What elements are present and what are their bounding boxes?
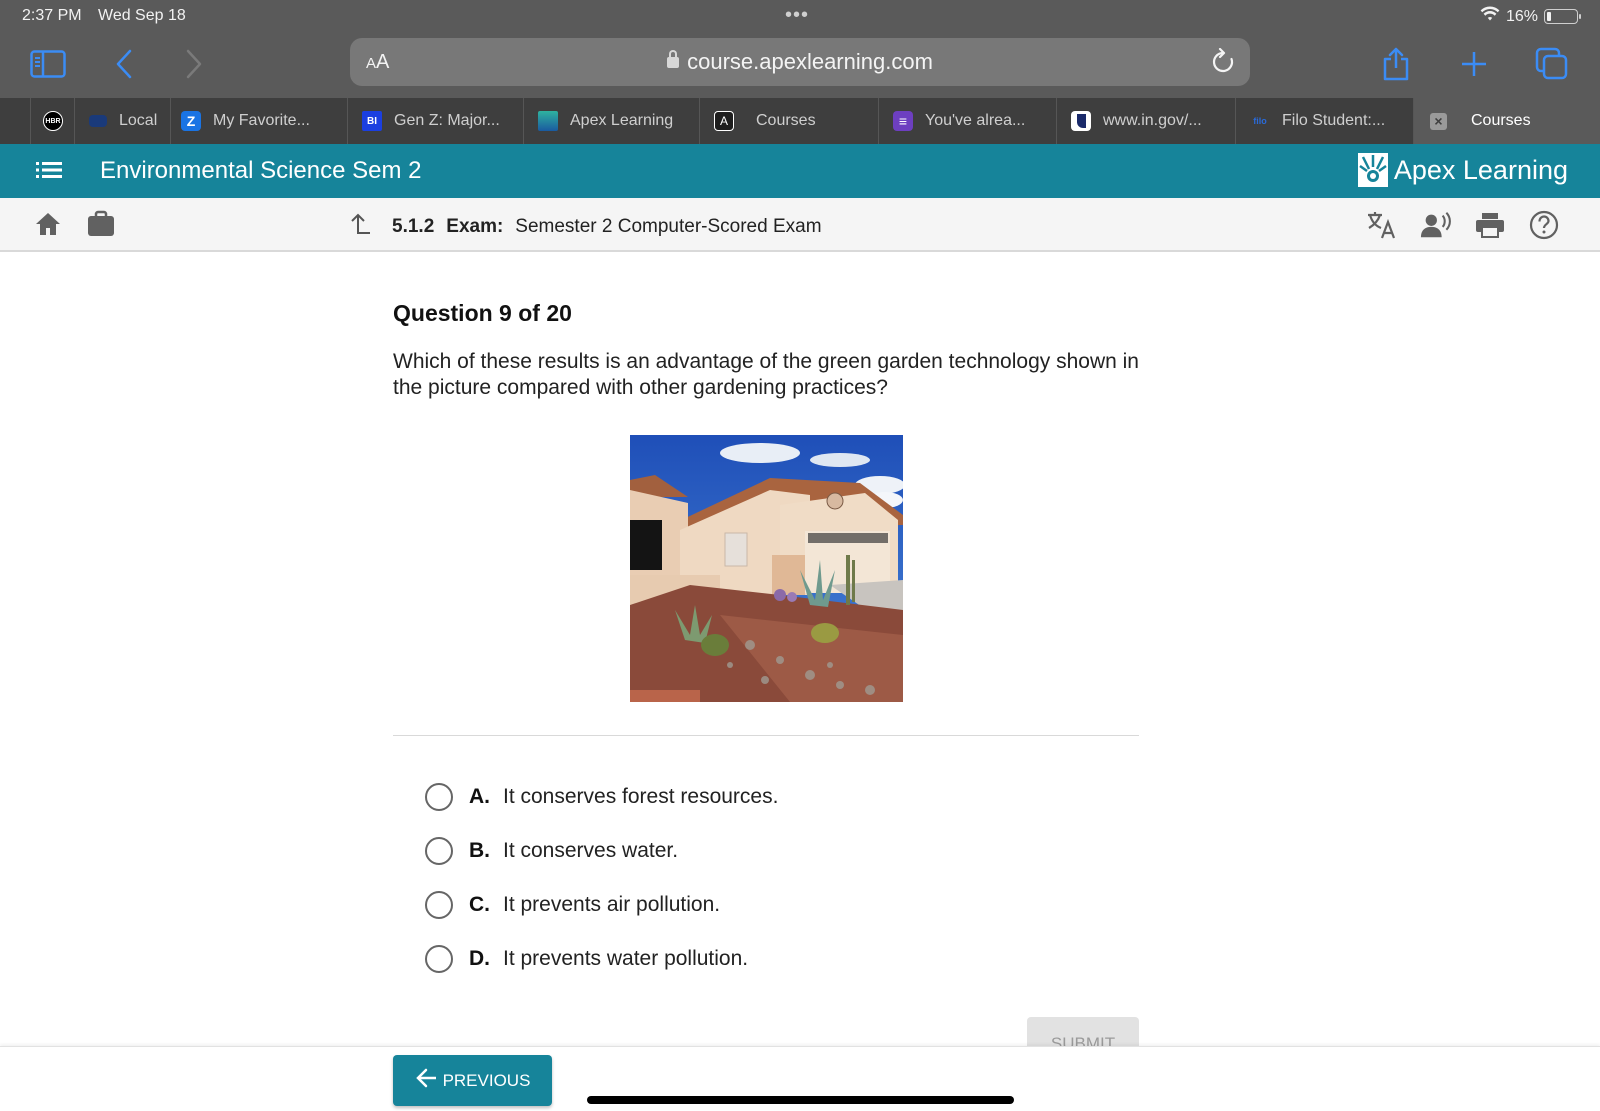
course-header: Environmental Science Sem 2 Apex Learnin… <box>0 144 1600 198</box>
tab-label: www.in.gov/... <box>1103 112 1202 129</box>
footer-nav: PREVIOUS <box>0 1046 1600 1111</box>
tab-label: You've alrea... <box>925 112 1026 129</box>
option-letter: C. <box>469 893 490 916</box>
option-letter: D. <box>469 947 490 970</box>
help-icon[interactable] <box>1528 209 1560 241</box>
tab-favicon <box>538 111 558 131</box>
tab-favicon: BI <box>362 111 382 131</box>
activity-breadcrumb: 5.1.2 Exam: Semester 2 Computer-Scored E… <box>348 212 822 242</box>
tab-favicon: A <box>714 111 734 131</box>
answer-options: A. It conserves forest resources. B. It … <box>425 770 778 986</box>
status-time: 2:37 PM <box>22 7 82 24</box>
radio-a[interactable] <box>425 783 453 811</box>
previous-label: PREVIOUS <box>442 1070 531 1090</box>
address-bar[interactable]: AA course.apexlearning.com <box>350 38 1250 86</box>
url-text: course.apexlearning.com <box>687 49 933 74</box>
briefcase-icon[interactable] <box>86 210 116 243</box>
translate-icon[interactable] <box>1366 209 1398 241</box>
multitask-dots-icon[interactable]: ••• <box>785 4 809 27</box>
tab-label: Courses <box>1471 112 1531 129</box>
tab-apex-learning[interactable]: Apex Learning <box>523 98 699 144</box>
tab-google-form[interactable]: ≡ You've alrea... <box>878 98 1056 144</box>
question-text: Which of these results is an advantage o… <box>393 350 1139 399</box>
activity-type: Exam: <box>446 216 504 237</box>
activity-title: Semester 2 Computer-Scored Exam <box>515 216 822 237</box>
url-field[interactable]: course.apexlearning.com <box>350 49 1250 75</box>
forward-icon[interactable] <box>174 44 214 84</box>
option-a[interactable]: A. It conserves forest resources. <box>425 770 778 824</box>
tab-filo[interactable]: filo Filo Student:... <box>1235 98 1413 144</box>
battery-percent: 16% <box>1505 7 1538 25</box>
radio-c[interactable] <box>425 891 453 919</box>
option-b[interactable]: B. It conserves water. <box>425 824 778 878</box>
option-letter: A. <box>469 785 490 808</box>
tab-label: Courses <box>756 112 816 129</box>
question-number: Question 9 of 20 <box>393 300 572 326</box>
status-indicators: 16% <box>1480 6 1581 27</box>
browser-toolbar: AA course.apexlearning.com <box>0 32 1600 98</box>
arrow-left-icon <box>415 1068 437 1093</box>
tab-label: My Favorite... <box>213 112 310 129</box>
tab-courses[interactable]: A Courses <box>699 98 878 144</box>
tab-favicon <box>1071 111 1091 131</box>
tab-gen-z[interactable]: BI Gen Z: Major... <box>347 98 523 144</box>
option-text: It conserves water. <box>503 839 679 862</box>
tab-strip: HBR Local Z My Favorite... BI Gen Z: Maj… <box>0 98 1600 144</box>
tabs-overview-icon[interactable] <box>1532 44 1572 84</box>
option-text: It conserves forest resources. <box>503 785 779 808</box>
option-letter: B. <box>469 839 490 862</box>
apex-logo: Apex Learning <box>1357 153 1568 187</box>
tab-courses-active[interactable]: × Courses <box>1413 98 1600 144</box>
tab-my-favorite[interactable]: Z My Favorite... <box>170 98 347 144</box>
wifi-icon <box>1480 6 1500 27</box>
previous-button[interactable]: PREVIOUS <box>393 1055 552 1106</box>
tab-favicon: Z <box>181 111 201 131</box>
option-d[interactable]: D. It prevents water pollution. <box>425 932 778 986</box>
tab-in-gov[interactable]: www.in.gov/... <box>1056 98 1235 144</box>
back-icon[interactable] <box>104 44 144 84</box>
option-text: It prevents air pollution. <box>503 893 721 916</box>
option-text: It prevents water pollution. <box>503 947 749 970</box>
home-icon[interactable] <box>34 210 62 243</box>
up-level-icon[interactable] <box>348 212 372 242</box>
radio-b[interactable] <box>425 837 453 865</box>
close-tab-icon[interactable]: × <box>1430 112 1447 130</box>
tab-local[interactable]: Local <box>74 98 170 144</box>
read-aloud-icon[interactable] <box>1420 209 1452 241</box>
battery-icon <box>1544 9 1581 24</box>
status-bar: 2:37 PM Wed Sep 18 ••• 16% <box>0 0 1600 32</box>
tab-label: Gen Z: Major... <box>394 112 500 129</box>
reload-icon[interactable] <box>1210 47 1236 81</box>
tab-favicon <box>89 115 107 127</box>
home-indicator[interactable] <box>587 1096 1014 1104</box>
new-tab-icon[interactable] <box>1454 44 1494 84</box>
tab-label: Local <box>119 112 158 129</box>
radio-d[interactable] <box>425 945 453 973</box>
apex-brand-text: Apex Learning <box>1393 154 1568 185</box>
battery-level <box>1547 12 1551 21</box>
activity-bar: 5.1.2 Exam: Semester 2 Computer-Scored E… <box>0 198 1600 252</box>
question-panel: Question 9 of 20 Which of these results … <box>393 300 1139 702</box>
tab-favicon: filo <box>1253 116 1267 126</box>
tab-favicon: ≡ <box>893 111 913 131</box>
tab-favicon: HBR <box>43 111 63 131</box>
share-icon[interactable] <box>1376 44 1416 84</box>
sidebar-toggle-icon[interactable] <box>28 44 68 84</box>
option-c[interactable]: C. It prevents air pollution. <box>425 878 778 932</box>
tab-label: Apex Learning <box>570 112 674 129</box>
tab-hbr[interactable]: HBR <box>30 98 74 144</box>
question-image <box>630 435 903 702</box>
course-title: Environmental Science Sem 2 <box>100 157 422 184</box>
apex-logo-icon <box>1357 153 1388 187</box>
lock-icon <box>667 50 680 68</box>
print-icon[interactable] <box>1474 209 1506 241</box>
tab-spacer <box>0 98 30 144</box>
question-divider <box>393 735 1139 736</box>
status-date: Wed Sep 18 <box>98 7 186 24</box>
menu-icon[interactable] <box>36 160 62 185</box>
in-gov-logo-icon <box>1076 114 1086 128</box>
activity-number: 5.1.2 <box>392 216 435 237</box>
tab-label: Filo Student:... <box>1282 112 1386 129</box>
